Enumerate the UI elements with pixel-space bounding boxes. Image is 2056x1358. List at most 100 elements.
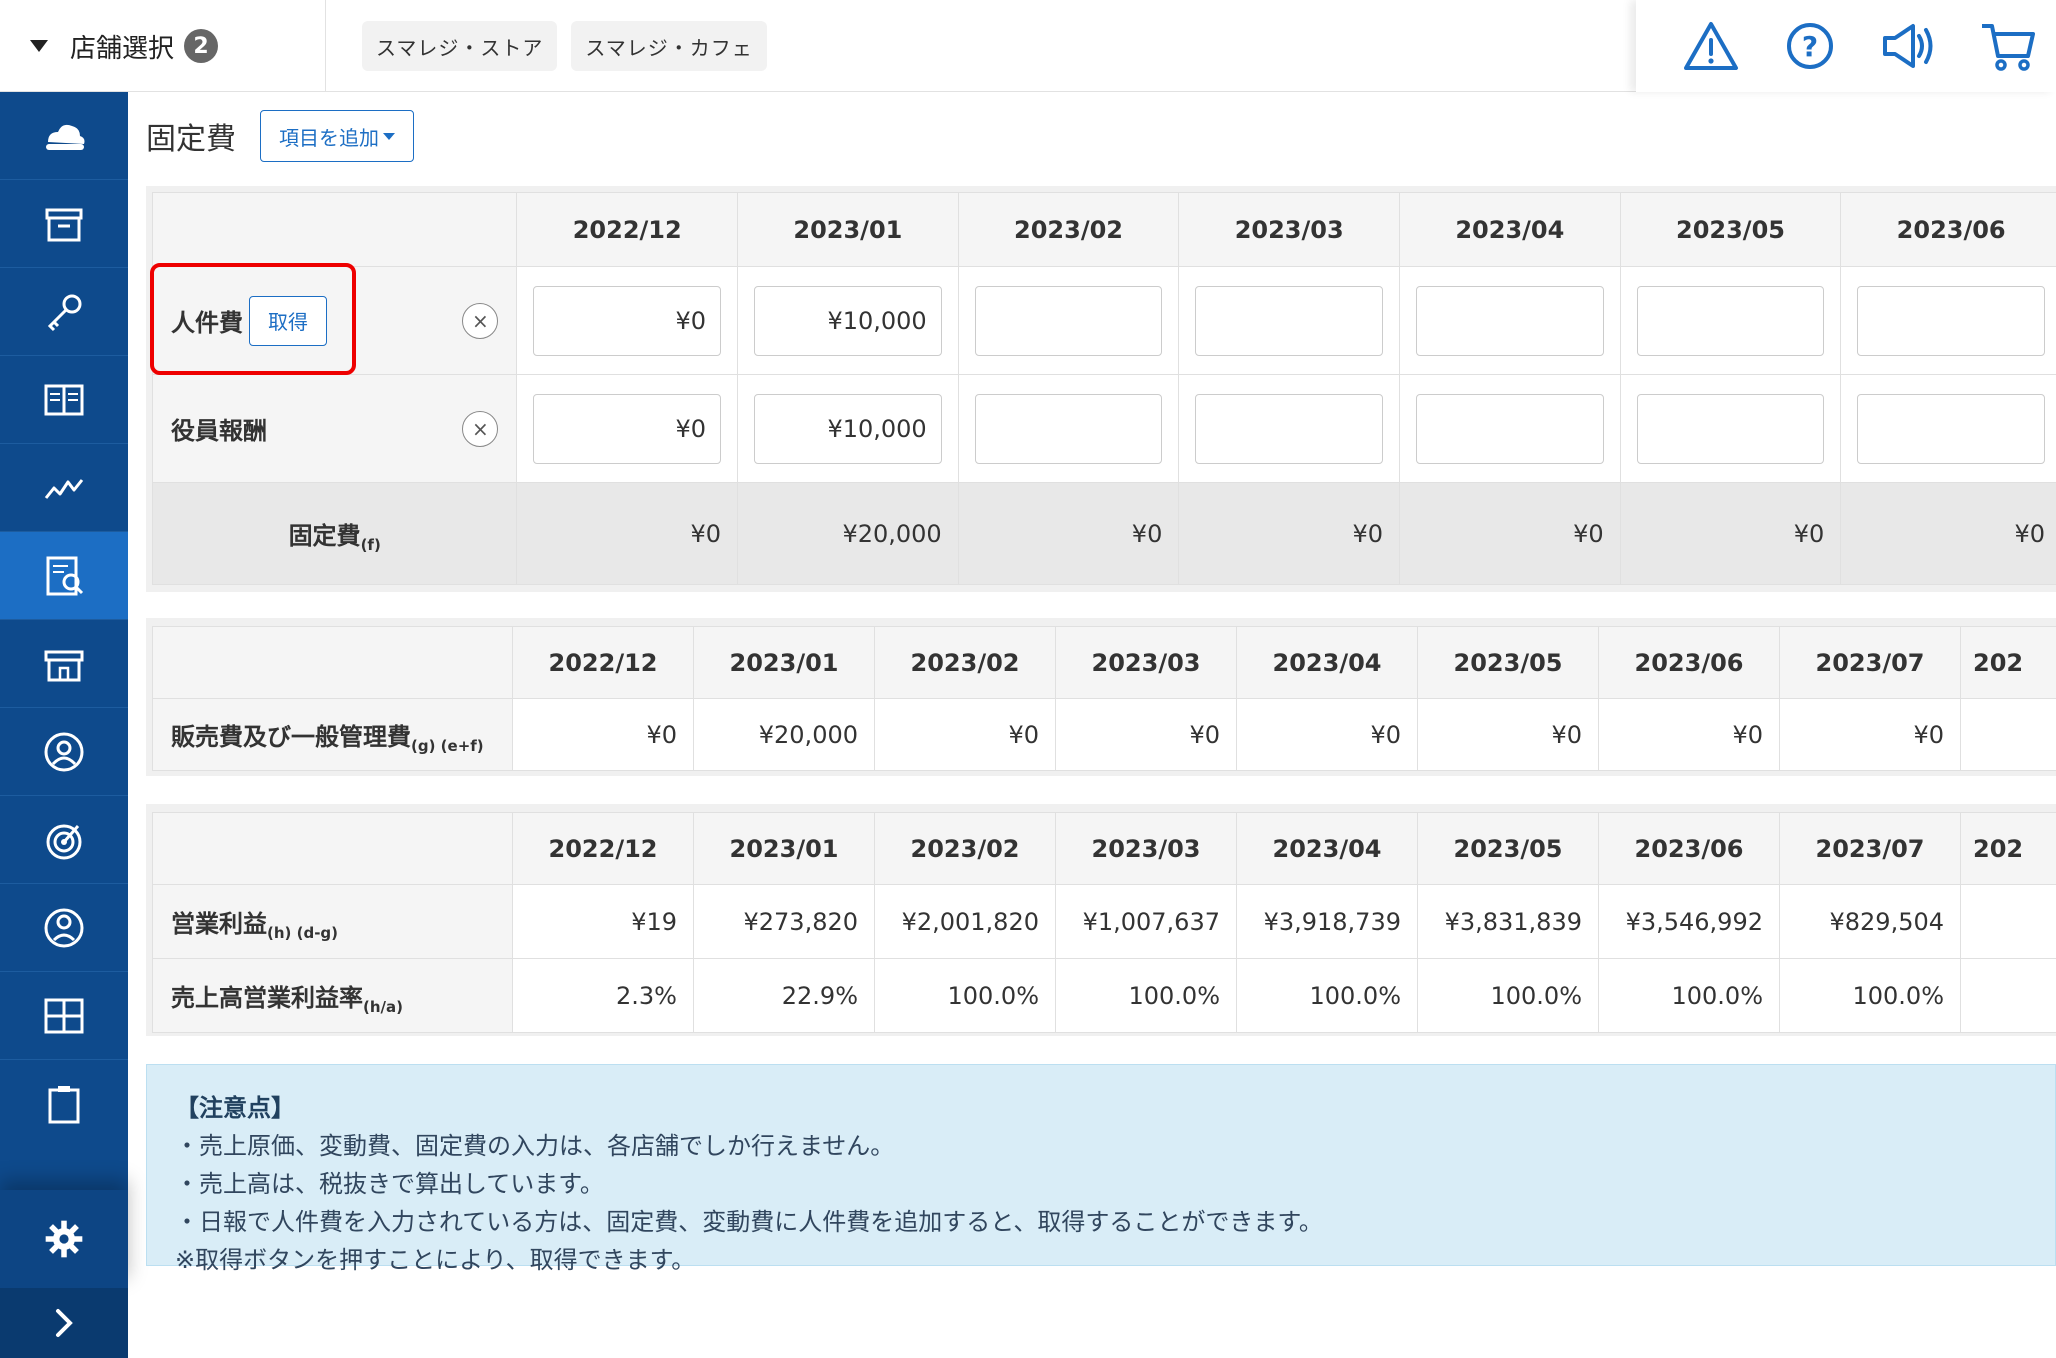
delete-row-button[interactable]: × bbox=[462, 303, 498, 339]
month-header: 2023/05 bbox=[1418, 813, 1599, 885]
value-input[interactable] bbox=[1857, 286, 2045, 356]
total-value: ¥0 bbox=[1179, 483, 1400, 585]
caret-down-icon bbox=[30, 40, 48, 52]
table-header-row: 2022/12 2023/01 2023/02 2023/03 2023/04 … bbox=[153, 193, 2056, 267]
month-header: 2023/03 bbox=[1056, 813, 1237, 885]
value-input[interactable]: ¥0 bbox=[533, 394, 721, 464]
row-label-cell: 販売費及び一般管理費(g) (e+f) bbox=[153, 699, 513, 771]
sidebar-item-store[interactable] bbox=[0, 620, 128, 708]
store-tab-cafe[interactable]: スマレジ・カフェ bbox=[571, 21, 766, 71]
row-label: 役員報酬 bbox=[171, 411, 267, 446]
sidebar-item-archive[interactable] bbox=[0, 180, 128, 268]
month-header: 2023/05 bbox=[1620, 193, 1841, 267]
sga-panel: 2022/12 2023/01 2023/02 2023/03 2023/04 … bbox=[146, 618, 2056, 776]
notes-line: ※取得ボタンを押すことにより、取得できます。 bbox=[175, 1241, 2027, 1279]
value-cell: ¥20,000 bbox=[694, 699, 875, 771]
value-cell bbox=[1841, 267, 2056, 375]
value-cell bbox=[1179, 267, 1400, 375]
month-header: 202 bbox=[1961, 813, 2056, 885]
row-label-cell: 売上高営業利益率(h/a) bbox=[153, 959, 513, 1033]
store-tab-store[interactable]: スマレジ・ストア bbox=[362, 21, 557, 71]
sidebar-item-book[interactable] bbox=[0, 356, 128, 444]
notes-title: 【注意点】 bbox=[175, 1089, 2027, 1127]
add-item-button[interactable]: 項目を追加 bbox=[260, 110, 414, 162]
value-cell: ¥3,831,839 bbox=[1418, 885, 1599, 959]
value-cell: ¥0 bbox=[517, 375, 738, 483]
month-header: 2022/12 bbox=[513, 627, 694, 699]
sidebar bbox=[0, 92, 128, 1266]
value-input[interactable]: ¥0 bbox=[533, 286, 721, 356]
value-input[interactable] bbox=[975, 394, 1163, 464]
megaphone-icon[interactable] bbox=[1879, 18, 1939, 74]
value-cell: 22.9% bbox=[694, 959, 875, 1033]
sidebar-item-customer[interactable] bbox=[0, 884, 128, 972]
value-input[interactable]: ¥10,000 bbox=[754, 394, 942, 464]
row-label-cell: 営業利益(h) (d-g) bbox=[153, 885, 513, 959]
target-icon bbox=[40, 816, 88, 864]
clipboard-icon bbox=[40, 1080, 88, 1128]
store-select-dropdown[interactable]: 店舗選択 2 bbox=[0, 0, 326, 92]
table-row-executive-pay: 役員報酬 × ¥0 ¥10,000 bbox=[153, 375, 2056, 483]
page-title-bar: 固定費 項目を追加 bbox=[146, 110, 414, 162]
value-cell: 100.0% bbox=[1056, 959, 1237, 1033]
chevron-right-icon bbox=[49, 1308, 79, 1338]
sidebar-item-home[interactable] bbox=[0, 92, 128, 180]
cart-icon[interactable] bbox=[1978, 18, 2038, 74]
sidebar-item-key[interactable] bbox=[0, 268, 128, 356]
sidebar-item-target[interactable] bbox=[0, 796, 128, 884]
value-input[interactable] bbox=[1637, 394, 1825, 464]
value-input[interactable]: ¥10,000 bbox=[754, 286, 942, 356]
value-input[interactable] bbox=[1637, 286, 1825, 356]
fixed-cost-table: 2022/12 2023/01 2023/02 2023/03 2023/04 … bbox=[152, 192, 2056, 585]
profit-panel: 2022/12 2023/01 2023/02 2023/03 2023/04 … bbox=[146, 804, 2056, 1036]
month-header: 2023/04 bbox=[1237, 627, 1418, 699]
highlight-box bbox=[150, 263, 356, 375]
value-cell: ¥10,000 bbox=[738, 375, 959, 483]
row-label-sub: (g) (e+f) bbox=[411, 737, 484, 755]
row-label: 営業利益 bbox=[171, 910, 267, 938]
value-cell bbox=[958, 375, 1179, 483]
table-row-operating-profit: 営業利益(h) (d-g) ¥19 ¥273,820 ¥2,001,820 ¥1… bbox=[153, 885, 2056, 959]
month-header: 2023/06 bbox=[1599, 813, 1780, 885]
sidebar-item-staff[interactable] bbox=[0, 708, 128, 796]
value-input[interactable] bbox=[1416, 286, 1604, 356]
store-select-label: 店舗選択 bbox=[70, 28, 174, 65]
help-icon[interactable]: ? bbox=[1780, 18, 1840, 74]
value-input[interactable] bbox=[975, 286, 1163, 356]
month-header: 2023/07 bbox=[1780, 813, 1961, 885]
svg-text:?: ? bbox=[1802, 30, 1818, 63]
value-cell: ¥1,007,637 bbox=[1056, 885, 1237, 959]
sidebar-item-clipboard[interactable] bbox=[0, 1060, 128, 1148]
value-cell bbox=[1620, 375, 1841, 483]
value-input[interactable] bbox=[1195, 394, 1383, 464]
value-cell: ¥3,918,739 bbox=[1237, 885, 1418, 959]
month-header: 2023/02 bbox=[875, 627, 1056, 699]
delete-row-button[interactable]: × bbox=[462, 411, 498, 447]
table-header-row: 2022/12 2023/01 2023/02 2023/03 2023/04 … bbox=[153, 813, 2056, 885]
value-cell: 100.0% bbox=[1780, 959, 1961, 1033]
value-input[interactable] bbox=[1195, 286, 1383, 356]
total-value: ¥0 bbox=[958, 483, 1179, 585]
sidebar-bottom bbox=[0, 1190, 128, 1358]
user-icon bbox=[40, 728, 88, 776]
sidebar-item-apps[interactable] bbox=[0, 972, 128, 1060]
store-icon bbox=[40, 640, 88, 688]
value-cell bbox=[1841, 375, 2056, 483]
value-cell: ¥10,000 bbox=[738, 267, 959, 375]
sidebar-item-analytics[interactable] bbox=[0, 444, 128, 532]
settings-button[interactable] bbox=[0, 1190, 128, 1288]
value-input[interactable] bbox=[1416, 394, 1604, 464]
warning-icon[interactable] bbox=[1681, 18, 1741, 74]
sidebar-item-report[interactable] bbox=[0, 532, 128, 620]
row-label-cell: 役員報酬 × bbox=[153, 375, 517, 483]
notes-box: 【注意点】 ・売上原価、変動費、固定費の入力は、各店舗でしか行えません。 ・売上… bbox=[146, 1064, 2056, 1266]
page-title: 固定費 bbox=[146, 114, 236, 158]
table-row-operating-margin: 売上高営業利益率(h/a) 2.3% 22.9% 100.0% 100.0% 1… bbox=[153, 959, 2056, 1033]
fixed-cost-panel: 2022/12 2023/01 2023/02 2023/03 2023/04 … bbox=[146, 186, 2056, 592]
caret-down-icon bbox=[383, 133, 395, 140]
value-cell bbox=[1400, 375, 1621, 483]
book-icon bbox=[40, 376, 88, 424]
archive-icon bbox=[40, 200, 88, 248]
value-input[interactable] bbox=[1857, 394, 2045, 464]
sidebar-expand-button[interactable] bbox=[0, 1288, 128, 1358]
